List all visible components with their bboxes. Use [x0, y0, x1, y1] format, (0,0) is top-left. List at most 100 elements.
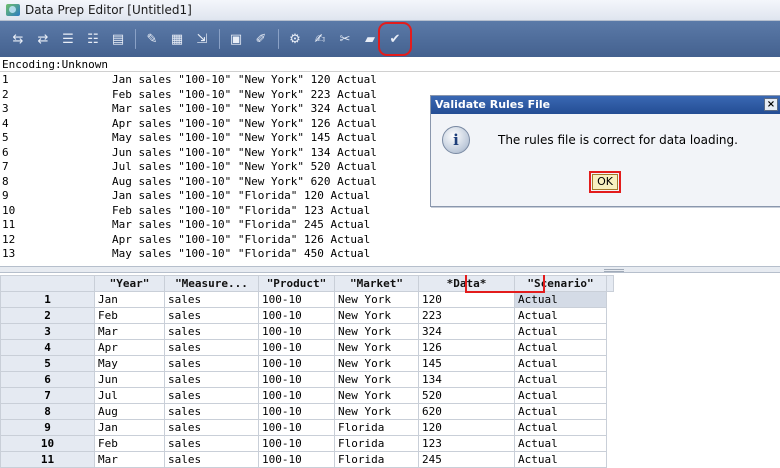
table-cell[interactable]: Actual — [514, 387, 607, 404]
table-cell[interactable]: Actual — [514, 403, 607, 420]
column-header[interactable]: "Year" — [94, 275, 165, 292]
table-cell[interactable]: May — [94, 355, 165, 372]
table-cell[interactable]: 100-10 — [258, 291, 335, 308]
table-cell[interactable]: Jun — [94, 371, 165, 388]
table-cell[interactable]: Feb — [94, 435, 165, 452]
pane-splitter[interactable] — [0, 266, 780, 273]
splitter-grip[interactable] — [604, 269, 624, 270]
table-cell[interactable]: New York — [334, 339, 419, 356]
dimension-build-settings-icon[interactable]: ✎ — [142, 29, 162, 49]
table-cell[interactable]: Jul — [94, 387, 165, 404]
table-cell[interactable]: sales — [164, 307, 259, 324]
table-cell[interactable]: 520 — [418, 387, 515, 404]
table-cell[interactable]: Actual — [514, 291, 607, 308]
table-cell[interactable]: New York — [334, 291, 419, 308]
table-cell[interactable]: Actual — [514, 419, 607, 436]
table-cell[interactable]: 123 — [418, 435, 515, 452]
table-cell[interactable]: 100-10 — [258, 403, 335, 420]
table-cell[interactable]: New York — [334, 403, 419, 420]
table-cell[interactable]: 120 — [418, 291, 515, 308]
table-cell[interactable]: 324 — [418, 323, 515, 340]
save-rules-icon[interactable]: ⇄ — [33, 29, 53, 49]
table-cell[interactable]: 100-10 — [258, 387, 335, 404]
table-cell[interactable]: 100-10 — [258, 307, 335, 324]
row-number[interactable]: 8 — [0, 403, 95, 420]
table-cell[interactable]: sales — [164, 387, 259, 404]
join-fields-icon[interactable]: ▣ — [226, 29, 246, 49]
table-cell[interactable]: Actual — [514, 307, 607, 324]
table-cell[interactable]: 223 — [418, 307, 515, 324]
create-field-icon[interactable]: ⚙ — [285, 29, 305, 49]
column-header[interactable]: "Market" — [334, 275, 419, 292]
table-cell[interactable]: Florida — [334, 419, 419, 436]
field-edit-icon[interactable]: ▰ — [360, 29, 380, 49]
table-cell[interactable]: 120 — [418, 419, 515, 436]
row-number[interactable]: 11 — [0, 451, 95, 468]
move-field-icon[interactable]: ⇲ — [192, 29, 212, 49]
table-cell[interactable]: sales — [164, 435, 259, 452]
table-cell[interactable]: New York — [334, 307, 419, 324]
open-rules-icon[interactable]: ⇆ — [8, 29, 28, 49]
table-cell[interactable]: New York — [334, 355, 419, 372]
row-number[interactable]: 4 — [0, 339, 95, 356]
table-cell[interactable]: Jan — [94, 291, 165, 308]
table-cell[interactable]: sales — [164, 419, 259, 436]
table-cell[interactable]: Feb — [94, 307, 165, 324]
table-cell[interactable]: Apr — [94, 339, 165, 356]
table-cell[interactable]: Actual — [514, 451, 607, 468]
table-cell[interactable]: Actual — [514, 371, 607, 388]
table-cell[interactable]: Actual — [514, 339, 607, 356]
column-header[interactable]: "Measure... — [164, 275, 259, 292]
table-cell[interactable]: 134 — [418, 371, 515, 388]
table-cell[interactable]: Actual — [514, 323, 607, 340]
table-cell[interactable]: Aug — [94, 403, 165, 420]
table-cell[interactable]: Jan — [94, 419, 165, 436]
data-load-settings-icon[interactable]: ☷ — [83, 29, 103, 49]
row-number[interactable]: 7 — [0, 387, 95, 404]
table-cell[interactable]: New York — [334, 371, 419, 388]
table-cell[interactable]: sales — [164, 339, 259, 356]
table-cell[interactable]: sales — [164, 323, 259, 340]
table-cell[interactable]: 620 — [418, 403, 515, 420]
table-cell[interactable]: 100-10 — [258, 323, 335, 340]
table-cell[interactable]: 100-10 — [258, 355, 335, 372]
table-cell[interactable]: 100-10 — [258, 339, 335, 356]
row-number[interactable]: 9 — [0, 419, 95, 436]
row-number[interactable]: 2 — [0, 307, 95, 324]
row-number[interactable]: 10 — [0, 435, 95, 452]
table-cell[interactable]: sales — [164, 371, 259, 388]
associate-outline-icon-2[interactable]: ✂ — [335, 29, 355, 49]
close-button[interactable]: × — [764, 98, 778, 111]
table-cell[interactable]: 100-10 — [258, 371, 335, 388]
table-cell[interactable]: Mar — [94, 323, 165, 340]
table-cell[interactable]: Actual — [514, 355, 607, 372]
set-dimension-icon[interactable]: ▦ — [167, 29, 187, 49]
table-cell[interactable]: 245 — [418, 451, 515, 468]
split-field-icon[interactable]: ✐ — [251, 29, 271, 49]
ok-button[interactable]: OK — [589, 171, 621, 193]
table-cell[interactable]: Actual — [514, 435, 607, 452]
table-cell[interactable]: Mar — [94, 451, 165, 468]
table-cell[interactable]: Florida — [334, 435, 419, 452]
row-number[interactable]: 1 — [0, 291, 95, 308]
validate-icon[interactable]: ✔ — [378, 22, 412, 56]
record-selection-icon[interactable]: ▤ — [108, 29, 128, 49]
table-cell[interactable]: New York — [334, 323, 419, 340]
table-cell[interactable]: sales — [164, 355, 259, 372]
row-number[interactable]: 6 — [0, 371, 95, 388]
table-cell[interactable]: Florida — [334, 451, 419, 468]
column-header[interactable]: "Product" — [258, 275, 335, 292]
associate-outline-icon[interactable]: ✍ — [310, 29, 330, 49]
table-cell[interactable]: sales — [164, 291, 259, 308]
field-properties-icon[interactable]: ☰ — [58, 29, 78, 49]
table-cell[interactable]: 126 — [418, 339, 515, 356]
table-cell[interactable]: sales — [164, 403, 259, 420]
row-number[interactable]: 3 — [0, 323, 95, 340]
table-cell[interactable]: sales — [164, 451, 259, 468]
table-cell[interactable]: 100-10 — [258, 435, 335, 452]
table-cell[interactable]: 145 — [418, 355, 515, 372]
table-cell[interactable]: 100-10 — [258, 451, 335, 468]
row-number[interactable]: 5 — [0, 355, 95, 372]
table-cell[interactable]: New York — [334, 387, 419, 404]
table-cell[interactable]: 100-10 — [258, 419, 335, 436]
